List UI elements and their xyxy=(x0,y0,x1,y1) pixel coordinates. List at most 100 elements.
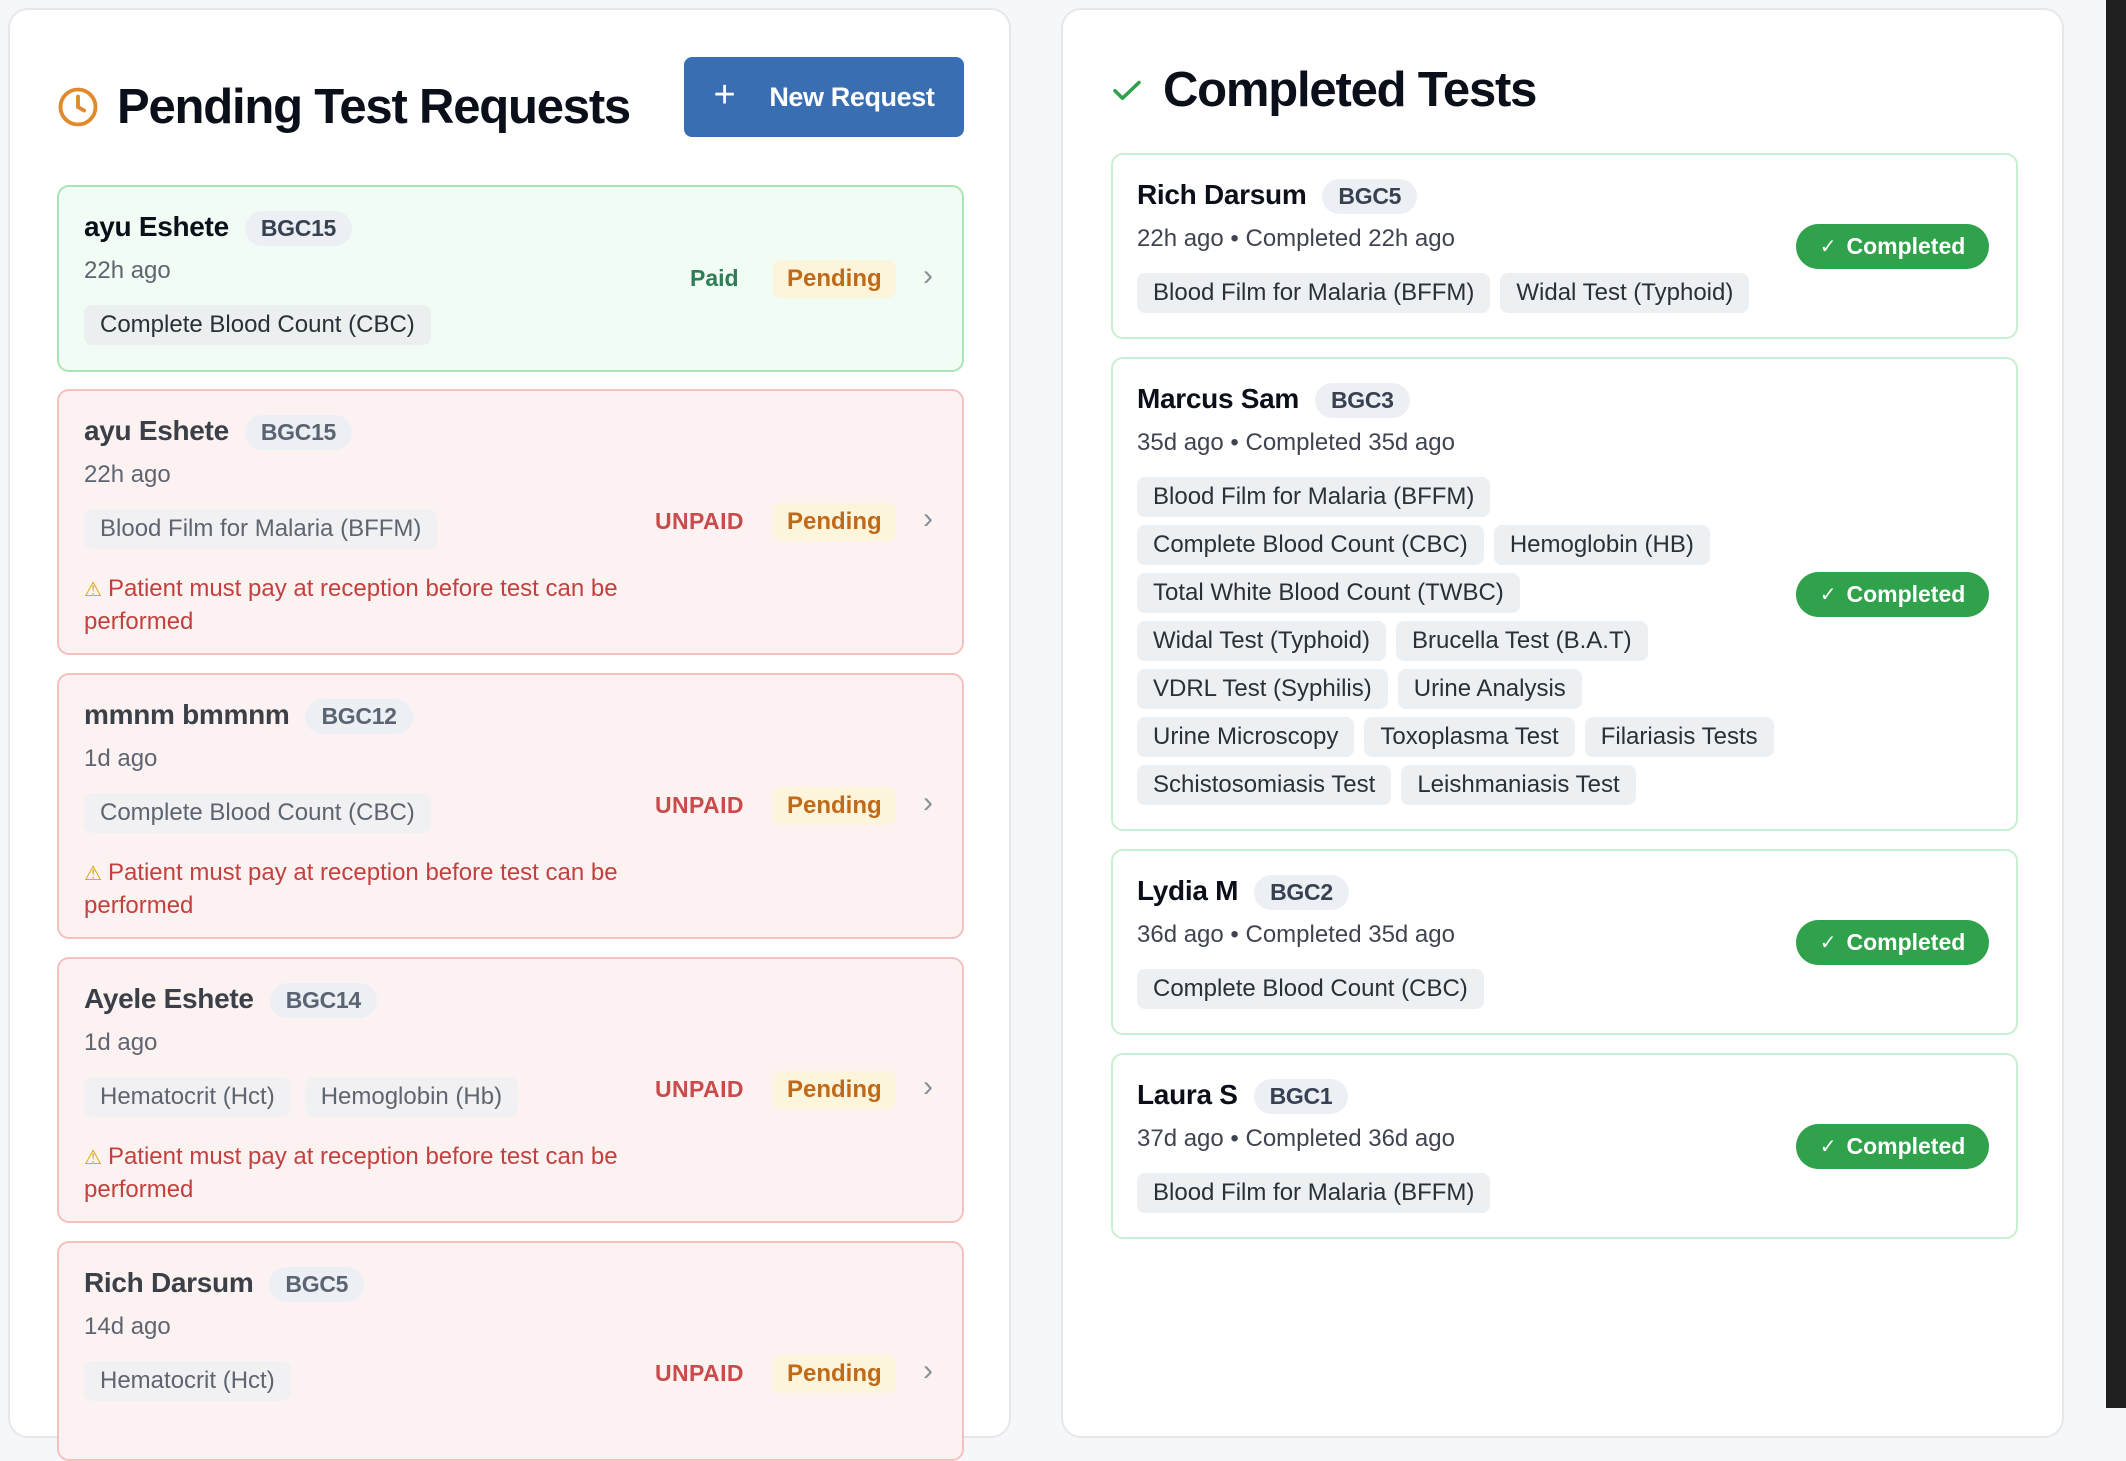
patient-code-badge: BGC1 xyxy=(1253,1079,1349,1114)
warning-text: Patient must pay at reception before tes… xyxy=(84,1143,618,1203)
completed-test-card[interactable]: Laura S BGC1 37d ago • Completed 36d ago … xyxy=(1111,1053,2018,1239)
check-icon: ✓ xyxy=(1819,932,1837,954)
completed-status-badge: ✓ Completed xyxy=(1796,1124,1989,1169)
request-time: 22h ago xyxy=(84,461,171,488)
test-chip: Complete Blood Count (CBC) xyxy=(1137,969,1484,1009)
chevron-right-icon[interactable]: › xyxy=(923,1070,933,1104)
test-chip: Widal Test (Typhoid) xyxy=(1137,621,1386,661)
patient-code-badge: BGC3 xyxy=(1314,383,1410,418)
completed-tests-panel: Completed Tests Rich Darsum BGC5 22h ago … xyxy=(1061,8,2064,1438)
completion-time: 35d ago • Completed 35d ago xyxy=(1137,429,1455,456)
test-chip: Filariasis Tests xyxy=(1584,717,1774,757)
patient-code-badge: BGC15 xyxy=(244,415,353,450)
test-chip: Hematocrit (Hct) xyxy=(84,1077,291,1117)
completed-status-label: Completed xyxy=(1846,233,1966,259)
completion-time: 22h ago • Completed 22h ago xyxy=(1137,225,1455,252)
test-list: Hematocrit (Hct) xyxy=(84,1361,644,1401)
test-chip: Total White Blood Count (TWBC) xyxy=(1137,573,1520,613)
patient-name: ayu Eshete xyxy=(84,211,229,242)
check-icon: ✓ xyxy=(1819,584,1837,606)
payment-status: UNPAID xyxy=(655,1076,744,1102)
completed-test-card[interactable]: Marcus Sam BGC3 35d ago • Completed 35d a… xyxy=(1111,357,2018,831)
warning-text: Patient must pay at reception before tes… xyxy=(84,575,618,635)
test-chip: VDRL Test (Syphilis) xyxy=(1137,669,1388,709)
test-chip: Leishmaniasis Test xyxy=(1401,765,1636,805)
new-request-label: New Request xyxy=(769,81,935,112)
pending-request-card[interactable]: ayu Eshete BGC15 22h ago Blood Film for M… xyxy=(57,389,964,655)
payment-warning: ⚠ Patient must pay at reception before te… xyxy=(84,573,664,638)
completed-status-label: Completed xyxy=(1846,581,1966,607)
patient-name: Rich Darsum xyxy=(84,1267,254,1298)
request-time: 22h ago xyxy=(84,257,171,284)
completed-status-badge: ✓ Completed xyxy=(1796,224,1989,269)
completed-status-label: Completed xyxy=(1846,1133,1966,1159)
check-icon xyxy=(1113,80,1141,101)
test-chip: Widal Test (Typhoid) xyxy=(1500,273,1750,313)
completed-status-badge: ✓ Completed xyxy=(1796,572,1989,617)
test-chip: Blood Film for Malaria (BFFM) xyxy=(1137,477,1491,517)
check-icon: ✓ xyxy=(1819,236,1837,258)
warning-icon: ⚠ xyxy=(84,1147,102,1169)
test-list: Blood Film for Malaria (BFFM) Complete B… xyxy=(1137,477,1777,805)
payment-status: UNPAID xyxy=(655,508,744,534)
pending-request-card[interactable]: Ayele Eshete BGC14 1d ago Hematocrit (Hct… xyxy=(57,957,964,1223)
check-icon: ✓ xyxy=(1819,1136,1837,1158)
pending-title: Pending Test Requests xyxy=(117,80,631,134)
test-chip: Hemoglobin (HB) xyxy=(1493,525,1710,565)
test-chip: Blood Film for Malaria (BFFM) xyxy=(1137,273,1491,313)
test-chip: Brucella Test (B.A.T) xyxy=(1395,621,1648,661)
test-list: Complete Blood Count (CBC) xyxy=(84,793,644,833)
test-list: Blood Film for Malaria (BFFM) xyxy=(1137,1173,1777,1213)
chevron-right-icon[interactable]: › xyxy=(923,786,933,820)
completed-status-label: Completed xyxy=(1846,929,1966,955)
completed-header: Completed Tests xyxy=(1109,55,1537,125)
test-chip: Blood Film for Malaria (BFFM) xyxy=(84,509,438,549)
request-time: 14d ago xyxy=(84,1313,171,1340)
patient-code-badge: BGC12 xyxy=(305,699,413,734)
patient-name: Lydia M xyxy=(1137,875,1239,906)
chevron-right-icon[interactable]: › xyxy=(923,259,933,293)
completed-test-card[interactable]: Rich Darsum BGC5 22h ago • Completed 22h … xyxy=(1111,153,2018,339)
patient-name: Rich Darsum xyxy=(1137,179,1307,210)
pending-request-card[interactable]: mmnm bmmnm BGC12 1d ago Complete Blood Co… xyxy=(57,673,964,939)
test-chip: Hematocrit (Hct) xyxy=(84,1361,291,1401)
patient-name: mmnm bmmnm xyxy=(84,699,290,730)
test-list: Blood Film for Malaria (BFFM) Widal Test… xyxy=(1137,273,1777,313)
pending-request-card[interactable]: ayu Eshete BGC15 22h ago Complete Blood C… xyxy=(57,185,964,372)
test-chip: Blood Film for Malaria (BFFM) xyxy=(1137,1173,1491,1213)
plus-icon: + xyxy=(713,73,736,116)
test-list: Hematocrit (Hct) Hemoglobin (Hb) xyxy=(84,1077,644,1117)
completed-test-card[interactable]: Lydia M BGC2 36d ago • Completed 35d ago … xyxy=(1111,849,2018,1035)
completion-time: 36d ago • Completed 35d ago xyxy=(1137,921,1455,948)
test-chip: Complete Blood Count (CBC) xyxy=(84,305,431,345)
test-list: Complete Blood Count (CBC) xyxy=(1137,969,1777,1009)
completed-status-badge: ✓ Completed xyxy=(1796,920,1989,965)
pending-requests-panel: Pending Test Requests + New Request ayu … xyxy=(8,8,1011,1461)
test-list: Blood Film for Malaria (BFFM) xyxy=(84,509,644,549)
patient-name: Ayele Eshete xyxy=(84,983,254,1014)
test-chip: Complete Blood Count (CBC) xyxy=(1137,525,1484,565)
pending-request-card[interactable]: Rich Darsum BGC5 14d ago Hematocrit (Hct)… xyxy=(57,1241,964,1461)
payment-warning: ⚠ Patient must pay at reception before te… xyxy=(84,857,664,922)
window-edge xyxy=(2106,0,2126,1408)
completion-time: 37d ago • Completed 36d ago xyxy=(1137,1125,1455,1152)
warning-text: Patient must pay at reception before tes… xyxy=(84,859,618,919)
chevron-right-icon[interactable]: › xyxy=(923,502,933,536)
test-chip: Urine Microscopy xyxy=(1137,717,1355,757)
payment-status: UNPAID xyxy=(655,792,744,818)
patient-name: Laura S xyxy=(1137,1079,1238,1110)
patient-name: Marcus Sam xyxy=(1137,383,1299,414)
completed-title: Completed Tests xyxy=(1163,63,1537,117)
test-chip: Urine Analysis xyxy=(1397,669,1582,709)
pending-header: Pending Test Requests xyxy=(57,72,631,142)
test-chip: Hemoglobin (Hb) xyxy=(304,1077,519,1117)
status-badge: Pending xyxy=(773,260,896,298)
warning-icon: ⚠ xyxy=(84,863,102,885)
chevron-right-icon[interactable]: › xyxy=(923,1354,933,1388)
patient-code-badge: BGC14 xyxy=(269,983,377,1018)
new-request-button[interactable]: + New Request xyxy=(684,57,964,137)
status-badge: Pending xyxy=(773,787,896,825)
test-chip: Schistosomiasis Test xyxy=(1137,765,1392,805)
request-time: 1d ago xyxy=(84,1029,158,1056)
status-badge: Pending xyxy=(773,1071,896,1109)
